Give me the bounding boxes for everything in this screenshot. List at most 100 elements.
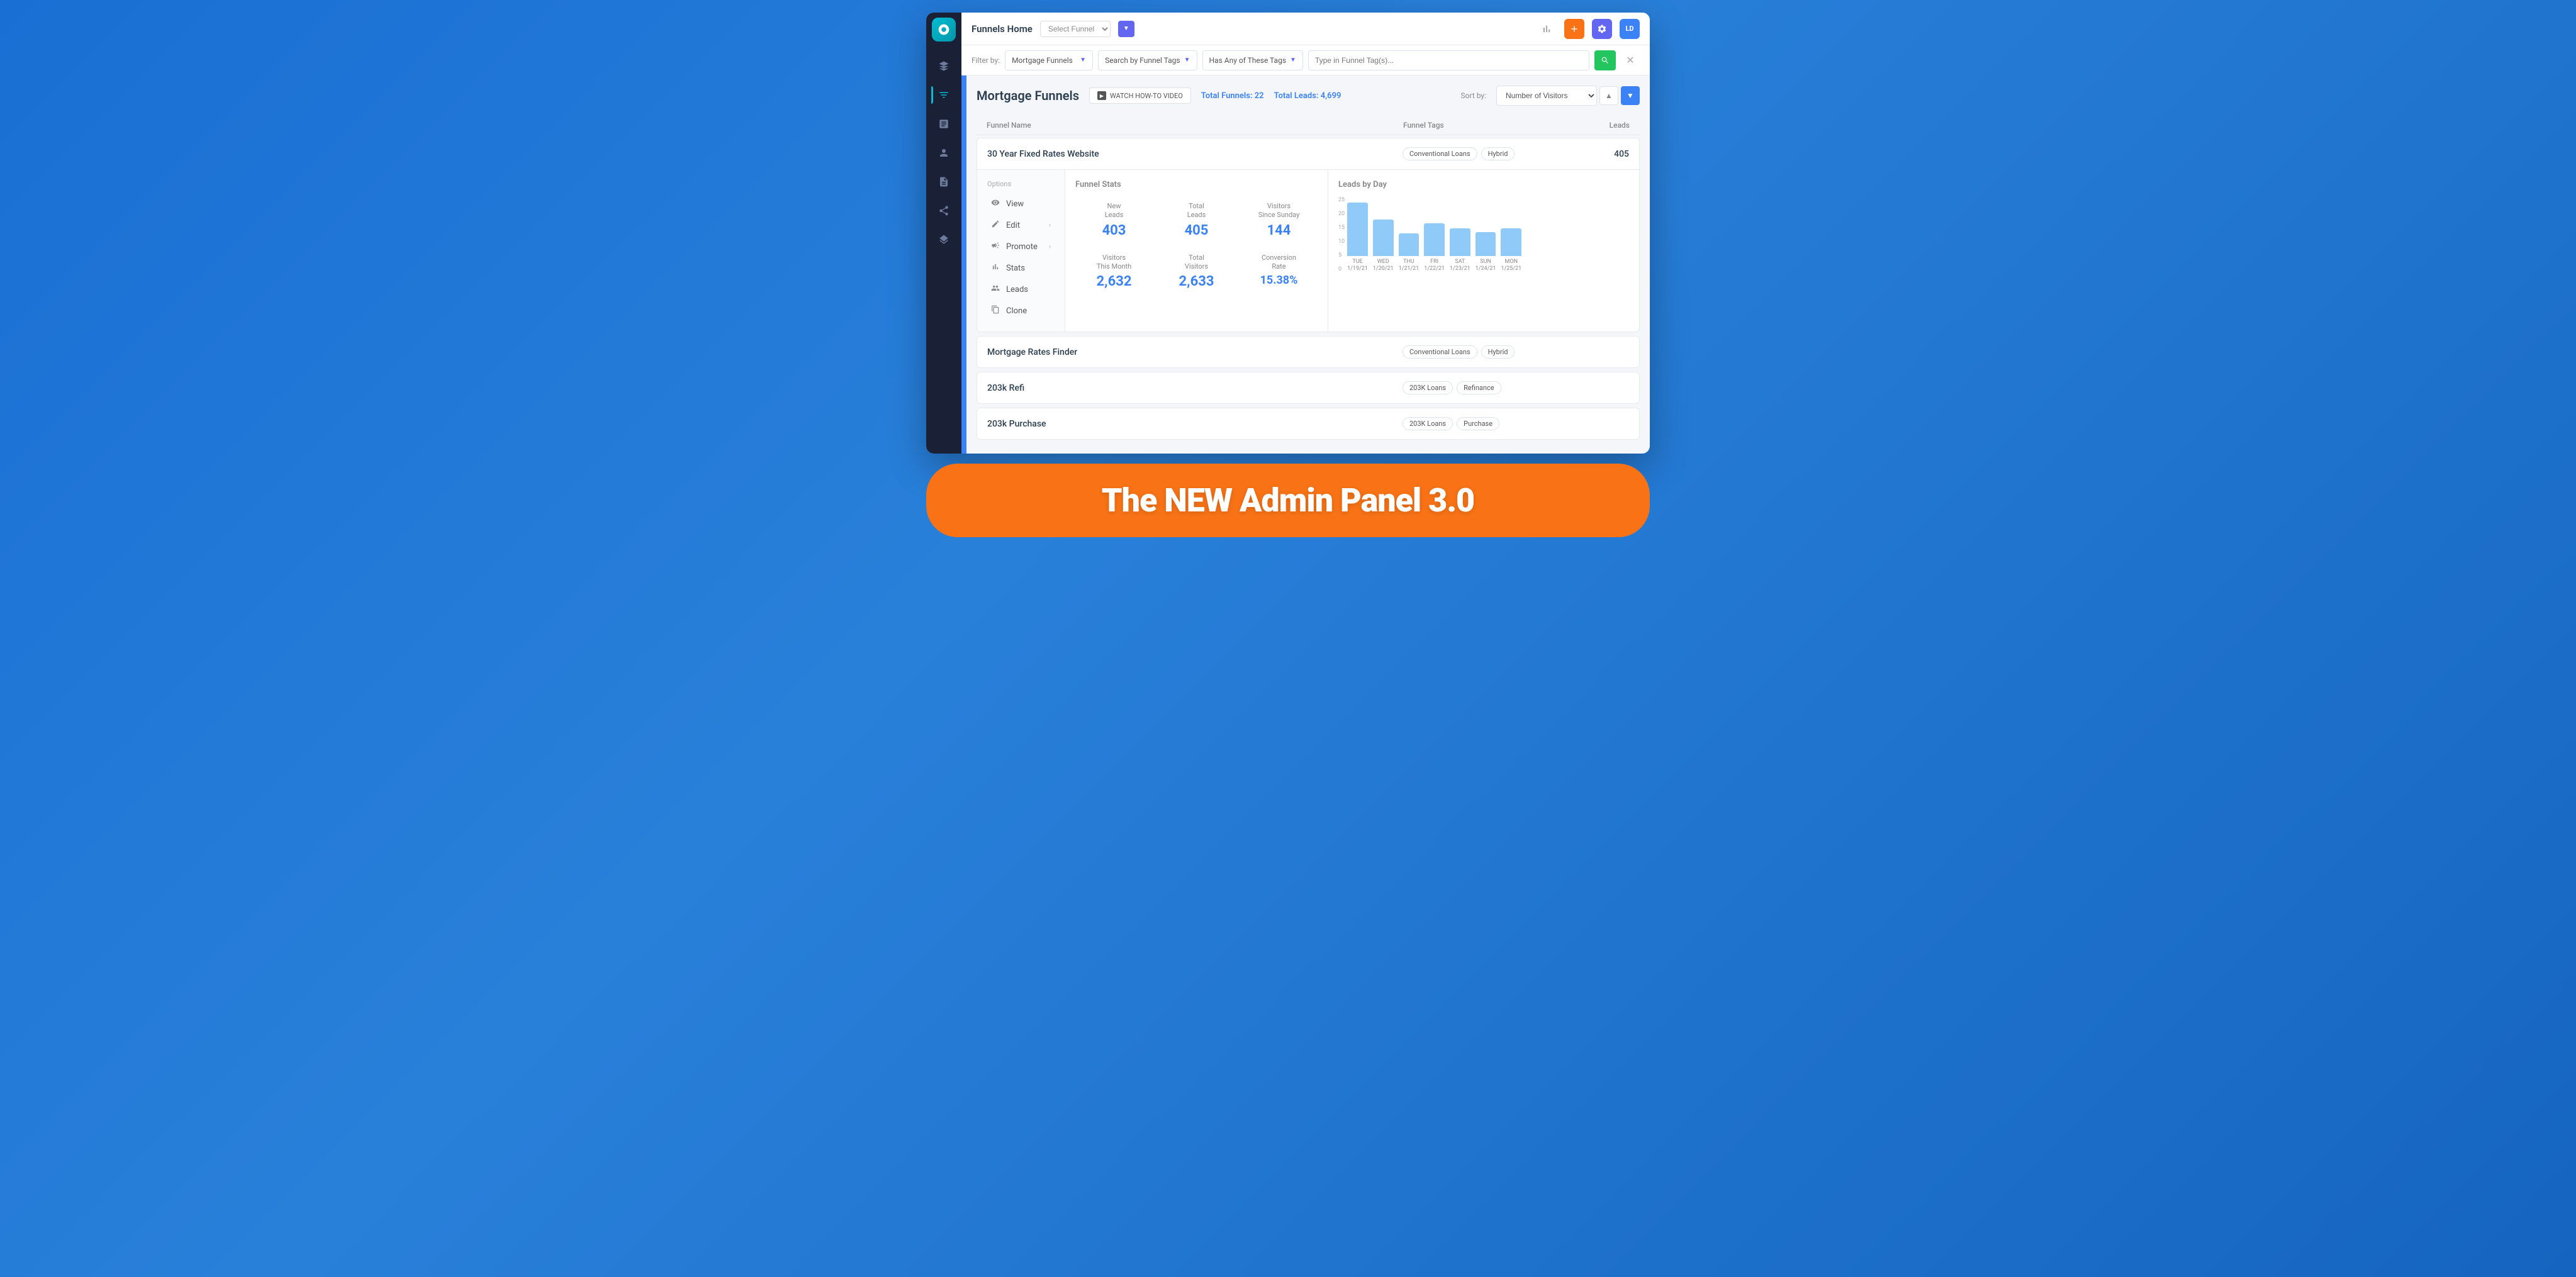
bar-thu-rect bbox=[1399, 233, 1420, 256]
funnel-stats-title: Funnel Stats bbox=[1075, 180, 1318, 189]
promote-icon bbox=[991, 241, 1001, 252]
promote-label: Promote bbox=[1006, 242, 1038, 252]
bar-sun-rect bbox=[1476, 232, 1496, 256]
bar-chart: TUE1/19/21 WED1/20/21 THU1 bbox=[1347, 197, 1521, 272]
col-header-funnel-name: Funnel Name bbox=[987, 121, 1403, 130]
promote-action[interactable]: Promote › bbox=[987, 236, 1055, 257]
bar-fri-rect bbox=[1424, 223, 1445, 256]
new-leads-value: 403 bbox=[1080, 223, 1148, 238]
stat-total-visitors: TotalVisitors 2,633 bbox=[1158, 248, 1235, 295]
sidebar-item-pages[interactable] bbox=[931, 169, 956, 194]
filter-has-tags[interactable]: Has Any of These Tags ▼ bbox=[1202, 50, 1303, 70]
leads-chart-area: Leads by Day 25 20 15 10 5 0 bbox=[1328, 170, 1639, 332]
y-label-0: 0 bbox=[1338, 266, 1345, 272]
sidebar-item-leads[interactable] bbox=[931, 140, 956, 165]
bar-sun-label: SUN1/24/21 bbox=[1476, 259, 1496, 272]
funnel-tag: Conventional Loans bbox=[1403, 345, 1477, 359]
user-avatar[interactable]: LD bbox=[1620, 19, 1640, 39]
bottom-banner: The NEW Admin Panel 3.0 bbox=[926, 464, 1650, 537]
stats-icon bbox=[991, 262, 1001, 274]
stat-visitors-this-month: VisitorsThis Month 2,632 bbox=[1075, 248, 1153, 295]
chart-icon-btn[interactable] bbox=[1537, 19, 1557, 39]
funnel-row-2: Mortgage Rates Finder Conventional Loans… bbox=[977, 336, 1640, 368]
filterbar: Filter by: Mortgage Funnels ▼ Search by … bbox=[961, 45, 1650, 75]
bar-sat: SAT1/23/21 bbox=[1450, 228, 1470, 272]
filter2-arrow: ▼ bbox=[1184, 57, 1190, 64]
funnel-row-header-3[interactable]: 203k Refi 203K Loans Refinance bbox=[977, 372, 1639, 403]
page-title: Mortgage Funnels bbox=[977, 88, 1079, 103]
stats-action[interactable]: Stats bbox=[987, 257, 1055, 279]
stats-grid-row1: NewLeads 403 TotalLeads 405 VisitorsSinc… bbox=[1075, 197, 1318, 243]
view-action[interactable]: View bbox=[987, 193, 1055, 215]
stat-total-leads: TotalLeads 405 bbox=[1158, 197, 1235, 243]
options-label: Options bbox=[987, 180, 1055, 188]
sidebar-item-integrations[interactable] bbox=[931, 111, 956, 137]
funnel-tags-2: Conventional Loans Hybrid bbox=[1403, 345, 1579, 359]
y-label-5: 5 bbox=[1338, 252, 1345, 259]
y-label-15: 15 bbox=[1338, 225, 1345, 231]
funnel-row-header-2[interactable]: Mortgage Rates Finder Conventional Loans… bbox=[977, 337, 1639, 367]
clear-filter-button[interactable]: ✕ bbox=[1621, 51, 1640, 70]
leads-icon bbox=[991, 284, 1001, 295]
col-header-leads: Leads bbox=[1579, 121, 1630, 130]
visitors-this-month-label: VisitorsThis Month bbox=[1080, 254, 1148, 272]
funnel-row-header-1[interactable]: 30 Year Fixed Rates Website Conventional… bbox=[977, 138, 1639, 169]
visitors-since-sunday-label: VisitorsSince Sunday bbox=[1245, 202, 1313, 220]
total-visitors-value: 2,633 bbox=[1163, 274, 1230, 289]
page-header: Mortgage Funnels ▶ WATCH HOW-TO VIDEO To… bbox=[977, 86, 1640, 106]
sort-desc-button[interactable]: ▼ bbox=[1621, 86, 1640, 105]
chart-inner: 25 20 15 10 5 0 bbox=[1338, 197, 1629, 272]
bar-wed-label: WED1/20/21 bbox=[1373, 259, 1394, 272]
funnel-tag: Purchase bbox=[1457, 417, 1499, 430]
funnel-name-2: Mortgage Rates Finder bbox=[987, 347, 1403, 357]
settings-button[interactable] bbox=[1592, 19, 1612, 39]
conversion-rate-value: 15.38% bbox=[1245, 274, 1313, 287]
clone-action[interactable]: Clone bbox=[987, 300, 1055, 321]
page-content: Mortgage Funnels ▶ WATCH HOW-TO VIDEO To… bbox=[966, 75, 1650, 454]
funnel-dropdown-arrow[interactable]: ▼ bbox=[1118, 21, 1134, 37]
filter-mortgage-funnels[interactable]: Mortgage Funnels ▼ bbox=[1005, 50, 1093, 70]
stats-grid-row2: VisitorsThis Month 2,632 TotalVisitors 2… bbox=[1075, 248, 1318, 295]
edit-icon bbox=[991, 220, 1001, 231]
filter1-arrow: ▼ bbox=[1080, 57, 1086, 64]
filter-funnel-tags[interactable]: Search by Funnel Tags ▼ bbox=[1098, 50, 1197, 70]
sidebar-item-layers[interactable] bbox=[931, 227, 956, 252]
chart-y-axis: 25 20 15 10 5 0 bbox=[1338, 197, 1345, 272]
y-label-20: 20 bbox=[1338, 211, 1345, 217]
leads-action[interactable]: Leads bbox=[987, 279, 1055, 300]
bar-thu-label: THU1/21/21 bbox=[1399, 259, 1420, 272]
view-icon bbox=[991, 198, 1001, 209]
bar-fri-label: FRI1/22/21 bbox=[1424, 259, 1445, 272]
stat-visitors-since-sunday: VisitorsSince Sunday 144 bbox=[1240, 197, 1318, 243]
edit-arrow: › bbox=[1049, 222, 1051, 229]
edit-action[interactable]: Edit › bbox=[987, 215, 1055, 236]
bar-sat-rect bbox=[1450, 228, 1470, 256]
watch-video-button[interactable]: ▶ WATCH HOW-TO VIDEO bbox=[1089, 87, 1191, 104]
total-visitors-label: TotalVisitors bbox=[1163, 254, 1230, 272]
funnel-row-header-4[interactable]: 203k Purchase 203K Loans Purchase bbox=[977, 408, 1639, 439]
total-leads-stat: Total Leads: 4,699 bbox=[1274, 91, 1341, 101]
add-button[interactable] bbox=[1564, 19, 1584, 39]
funnel-row-4: 203k Purchase 203K Loans Purchase bbox=[977, 408, 1640, 440]
clone-icon bbox=[991, 305, 1001, 316]
bar-mon-label: MON1/25/21 bbox=[1501, 259, 1521, 272]
visitors-this-month-value: 2,632 bbox=[1080, 274, 1148, 289]
sidebar-item-launch[interactable] bbox=[931, 53, 956, 79]
bar-wed: WED1/20/21 bbox=[1373, 220, 1394, 272]
funnel-stats-panel: Funnel Stats NewLeads 403 TotalLeads 405 bbox=[1065, 170, 1328, 332]
funnel-row-3: 203k Refi 203K Loans Refinance bbox=[977, 372, 1640, 404]
total-leads-label: TotalLeads bbox=[1163, 202, 1230, 220]
sort-asc-button[interactable]: ▲ bbox=[1599, 86, 1618, 105]
search-button[interactable] bbox=[1594, 50, 1616, 70]
y-label-25: 25 bbox=[1338, 197, 1345, 203]
funnel-actions-panel: Options View bbox=[977, 170, 1065, 332]
bar-fri: FRI1/22/21 bbox=[1424, 223, 1445, 272]
sidebar-item-share[interactable] bbox=[931, 198, 956, 223]
funnel-tags-1: Conventional Loans Hybrid bbox=[1403, 147, 1579, 160]
sort-select-dropdown[interactable]: Number of Visitors bbox=[1496, 86, 1597, 106]
sidebar-logo[interactable] bbox=[932, 18, 956, 42]
sidebar-item-funnels[interactable] bbox=[931, 82, 956, 108]
content-area: Mortgage Funnels ▶ WATCH HOW-TO VIDEO To… bbox=[961, 75, 1650, 454]
select-funnel-dropdown[interactable]: Select Funnel bbox=[1040, 21, 1111, 37]
tag-search-input[interactable] bbox=[1308, 50, 1589, 70]
